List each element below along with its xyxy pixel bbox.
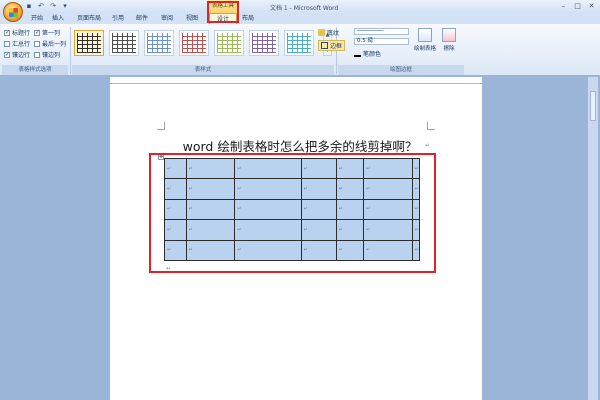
table-style-thumb[interactable] <box>109 30 139 56</box>
line-weight-select[interactable]: 0.5 磅 <box>354 38 409 45</box>
pen-color-button[interactable]: 笔颜色 <box>354 49 381 58</box>
table-style-thumb[interactable] <box>74 30 104 56</box>
tab-insert[interactable]: 插入 <box>48 13 68 24</box>
eraser-button[interactable]: 擦除 <box>438 28 460 52</box>
header-row-checkbox[interactable]: ✓ 标题行 <box>4 28 30 37</box>
tab-layout[interactable]: 布局 <box>238 13 258 24</box>
ribbon-tabs: 开始 插入 页面布局 引用 邮件 审阅 视图 设计 布局 <box>0 13 600 24</box>
eraser-icon <box>442 28 456 42</box>
quick-access-toolbar: ▪ ↶ ↷ ▾ <box>25 2 69 10</box>
maximize-icon[interactable]: □ <box>571 1 584 11</box>
tab-mailings[interactable]: 邮件 <box>132 13 152 24</box>
table-style-thumb[interactable] <box>249 30 279 56</box>
vertical-scrollbar[interactable] <box>588 77 598 400</box>
banded-columns-checkbox[interactable]: 镶边列 <box>34 50 60 59</box>
table-style-thumb[interactable] <box>179 30 209 56</box>
border-grid-icon <box>321 42 328 49</box>
table-style-thumb[interactable] <box>144 30 174 56</box>
border-button[interactable]: 边框 <box>318 40 346 51</box>
tab-references[interactable]: 引用 <box>108 13 128 24</box>
tab-page-layout[interactable]: 页面布局 <box>72 13 106 24</box>
horizontal-ruler <box>110 77 482 84</box>
scroll-thumb[interactable] <box>590 91 596 121</box>
document-page[interactable]: word 绘制表格时怎么把多余的线剪掉啊？ ↵ ✥ ↵ ↵ ↵ ↵ ↵ ↵ ↵ ↵ ↵ ↵ ↵ ↵ ↵ ↵… <box>110 84 482 400</box>
close-icon[interactable]: ✕ <box>585 1 598 11</box>
window-controls: – □ ✕ <box>557 1 598 11</box>
tab-review[interactable]: 审阅 <box>157 13 177 24</box>
pen-icon <box>354 50 361 57</box>
paragraph-mark: ↵ <box>425 142 431 149</box>
draw-table-icon <box>418 28 432 42</box>
borders-group-label: 绘图边框 <box>338 65 464 75</box>
table-style-thumb[interactable] <box>284 30 314 56</box>
table-highlight-box <box>149 153 436 273</box>
redo-icon[interactable]: ↷ <box>49 2 57 10</box>
paint-bucket-icon <box>318 29 325 36</box>
last-column-checkbox[interactable]: 最后一列 <box>34 39 66 48</box>
draw-table-button[interactable]: 绘制表格 <box>414 28 436 52</box>
office-button[interactable] <box>3 2 23 22</box>
ribbon: ✓标题行 ✓第一列 汇总行 最后一列 ✓镶边行 镶边列 表格样式选项 ▲▼▾ 表… <box>0 24 600 76</box>
line-style-select[interactable]: ──────── <box>354 28 409 35</box>
minimize-icon[interactable]: – <box>557 1 570 11</box>
style-options-group-label: 表格样式选项 <box>2 65 68 75</box>
tab-home[interactable]: 开始 <box>27 13 47 24</box>
office-logo-icon <box>9 8 18 17</box>
tab-view[interactable]: 视图 <box>182 13 202 24</box>
banded-rows-checkbox[interactable]: ✓ 镶边行 <box>4 50 30 59</box>
table-styles-group-label: 表样式 <box>72 65 334 75</box>
title-bar: ▪ ↶ ↷ ▾ 表格工具 文档 1 - Microsoft Word – □ ✕ <box>0 0 600 13</box>
shading-button[interactable]: 底纹 <box>318 28 339 37</box>
first-column-checkbox[interactable]: ✓ 第一列 <box>34 28 60 37</box>
table-style-thumb[interactable] <box>214 30 244 56</box>
window-title: 文档 1 - Microsoft Word <box>270 5 339 12</box>
design-tab-highlight <box>207 1 239 23</box>
save-icon[interactable]: ▪ <box>25 2 33 10</box>
undo-icon[interactable]: ↶ <box>37 2 45 10</box>
total-row-checkbox[interactable]: 汇总行 <box>4 39 30 48</box>
customize-qat-icon[interactable]: ▾ <box>61 2 69 10</box>
